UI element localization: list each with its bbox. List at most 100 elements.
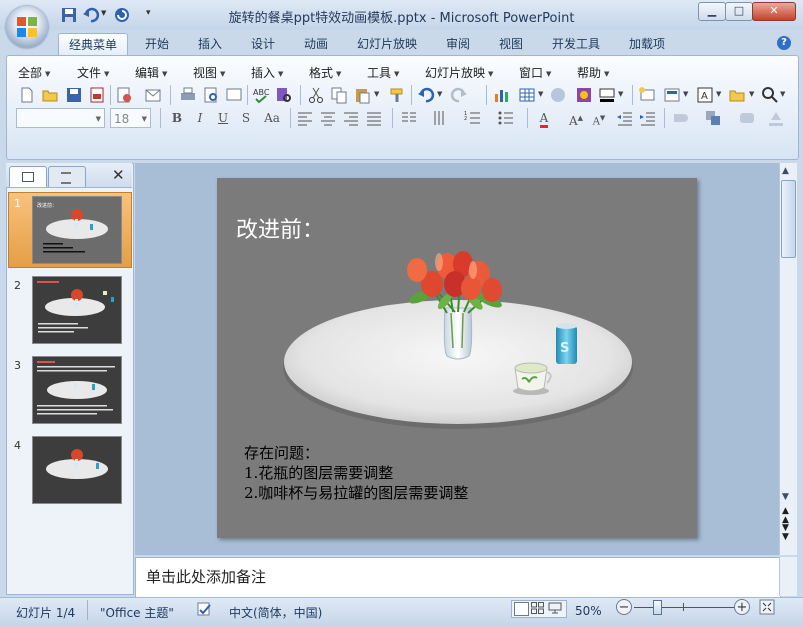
vase-image[interactable] bbox=[443, 307, 473, 360]
scroll-down-icon[interactable]: ▼ bbox=[782, 492, 789, 502]
zoom-out-icon[interactable]: − bbox=[616, 599, 632, 615]
notes-scrollbar[interactable] bbox=[779, 557, 797, 596]
format-painter-icon[interactable] bbox=[388, 85, 408, 105]
menu-all[interactable]: 全部 ▼ bbox=[18, 64, 50, 81]
scroll-up-icon[interactable]: ▲ bbox=[782, 166, 789, 176]
menu-slideshow[interactable]: 幻灯片放映 ▼ bbox=[425, 64, 493, 81]
tab-slideshow[interactable]: 幻灯片放映 bbox=[357, 33, 417, 55]
print-preview-icon[interactable] bbox=[201, 85, 221, 105]
menu-edit[interactable]: 编辑 ▼ bbox=[135, 64, 167, 81]
slide-body-text[interactable]: 存在问题： 1.花瓶的图层需要调整 2.咖啡杯与易拉罐的图层需要调整 bbox=[244, 443, 468, 503]
align-center-icon[interactable] bbox=[318, 108, 338, 128]
coffee-cup-image[interactable] bbox=[513, 362, 552, 395]
slide-thumbnail[interactable]: 改进前： bbox=[32, 196, 122, 264]
tab-view[interactable]: 视图 bbox=[499, 33, 523, 55]
numbering-icon[interactable]: 12 bbox=[463, 108, 483, 128]
font-size-combo[interactable]: 18 ▼ bbox=[110, 108, 151, 128]
menu-view[interactable]: 视图 ▼ bbox=[193, 64, 225, 81]
text-direction-icon[interactable] bbox=[430, 108, 450, 128]
zoom-level[interactable]: 50% bbox=[575, 604, 602, 618]
save-as-pdf-icon[interactable] bbox=[87, 85, 107, 105]
menu-insert[interactable]: 插入 ▼ bbox=[251, 64, 283, 81]
layout-icon[interactable] bbox=[662, 85, 682, 105]
align-right-icon[interactable] bbox=[341, 108, 361, 128]
tab-review[interactable]: 审阅 bbox=[446, 33, 470, 55]
shadow-icon[interactable]: S bbox=[236, 108, 256, 128]
chart-icon[interactable] bbox=[492, 85, 512, 105]
tab-animations[interactable]: 动画 bbox=[304, 33, 328, 55]
new-slide-icon[interactable] bbox=[637, 85, 657, 105]
paste-dropdown-icon[interactable]: ▼ bbox=[374, 90, 379, 98]
tab-developer[interactable]: 开发工具 bbox=[552, 33, 600, 55]
close-pane-icon[interactable]: ✕ bbox=[112, 166, 125, 184]
zoom-slider-track[interactable] bbox=[634, 607, 734, 608]
slide-thumbnail[interactable] bbox=[32, 356, 122, 424]
tab-addins[interactable]: 加载项 bbox=[629, 33, 665, 55]
shrink-font-icon[interactable]: A▼ bbox=[589, 108, 609, 128]
slide-thumbnail[interactable] bbox=[32, 436, 122, 504]
text-box-icon[interactable]: A bbox=[695, 85, 715, 105]
fill-color-icon[interactable] bbox=[597, 85, 617, 105]
slideshow-view-icon[interactable] bbox=[548, 602, 562, 614]
clipart-icon[interactable] bbox=[548, 85, 568, 105]
outline-tab[interactable] bbox=[48, 166, 86, 187]
justify-icon[interactable] bbox=[364, 108, 384, 128]
next-slide-icon[interactable]: ▼ ▼ bbox=[782, 524, 789, 542]
email-icon[interactable] bbox=[143, 85, 163, 105]
text-box-dropdown-icon[interactable]: ▼ bbox=[716, 90, 721, 98]
grow-font-icon[interactable]: A▲ bbox=[566, 108, 586, 128]
spelling-icon[interactable]: ABC bbox=[251, 85, 271, 105]
tab-insert[interactable]: 插入 bbox=[198, 33, 222, 55]
new-icon[interactable] bbox=[17, 85, 37, 105]
folder-icon[interactable] bbox=[727, 85, 747, 105]
insert-picture-icon[interactable] bbox=[574, 85, 594, 105]
table-icon[interactable] bbox=[517, 85, 537, 105]
font-name-combo[interactable]: ▼ bbox=[16, 108, 105, 128]
font-color-icon[interactable]: A bbox=[534, 108, 554, 128]
shape-fill-icon[interactable] bbox=[766, 108, 786, 128]
cut-icon[interactable] bbox=[306, 85, 326, 105]
quick-styles-icon[interactable] bbox=[737, 108, 757, 128]
undo-toolbar-icon[interactable] bbox=[416, 85, 436, 105]
scroll-thumb[interactable] bbox=[781, 180, 796, 258]
menu-file[interactable]: 文件 ▼ bbox=[77, 64, 109, 81]
tab-design[interactable]: 设计 bbox=[251, 33, 275, 55]
paste-icon[interactable] bbox=[352, 85, 372, 105]
increase-indent-icon[interactable] bbox=[638, 108, 658, 128]
permission-icon[interactable] bbox=[114, 85, 134, 105]
menu-tools[interactable]: 工具 ▼ bbox=[367, 64, 399, 81]
language-indicator[interactable]: 中文(简体，中国) bbox=[229, 604, 322, 621]
undo-toolbar-dropdown-icon[interactable]: ▼ bbox=[437, 90, 442, 98]
minimize-button[interactable]: ▁ bbox=[698, 2, 726, 21]
italic-icon[interactable]: I bbox=[190, 108, 210, 128]
layout-dropdown-icon[interactable]: ▼ bbox=[683, 90, 688, 98]
normal-view-icon[interactable] bbox=[514, 602, 529, 616]
soda-can-image[interactable]: S bbox=[556, 323, 577, 364]
folder-dropdown-icon[interactable]: ▼ bbox=[749, 90, 754, 98]
tab-classic-menu[interactable]: 经典菜单 bbox=[58, 33, 129, 56]
slide-view-icon[interactable] bbox=[224, 85, 244, 105]
fit-to-window-icon[interactable] bbox=[759, 599, 775, 615]
open-icon[interactable] bbox=[40, 85, 60, 105]
notes-placeholder[interactable]: 单击此处添加备注 bbox=[146, 566, 266, 587]
menu-window[interactable]: 窗口 ▼ bbox=[519, 64, 551, 81]
decrease-indent-icon[interactable] bbox=[615, 108, 635, 128]
zoom-slider-thumb[interactable] bbox=[653, 600, 662, 615]
copy-icon[interactable] bbox=[329, 85, 349, 105]
print-icon[interactable] bbox=[178, 85, 198, 105]
columns-icon[interactable] bbox=[399, 108, 419, 128]
zoom-in-icon[interactable]: + bbox=[734, 599, 750, 615]
menu-help[interactable]: 帮助 ▼ bbox=[577, 64, 609, 81]
arrange-icon[interactable] bbox=[703, 108, 723, 128]
menu-format[interactable]: 格式 ▼ bbox=[309, 64, 341, 81]
theme-name[interactable]: "Office 主题" bbox=[100, 604, 174, 621]
slides-tab[interactable] bbox=[9, 166, 47, 187]
bullets-icon[interactable] bbox=[496, 108, 516, 128]
tab-home[interactable]: 开始 bbox=[145, 33, 169, 55]
slide-title[interactable]: 改进前： bbox=[236, 212, 324, 244]
maximize-button[interactable]: □ bbox=[725, 2, 753, 21]
fill-color-dropdown-icon[interactable]: ▼ bbox=[618, 90, 623, 98]
spelling-check-icon[interactable] bbox=[197, 601, 213, 617]
bold-icon[interactable]: B bbox=[167, 108, 187, 128]
slide-thumbnail[interactable] bbox=[32, 276, 122, 344]
